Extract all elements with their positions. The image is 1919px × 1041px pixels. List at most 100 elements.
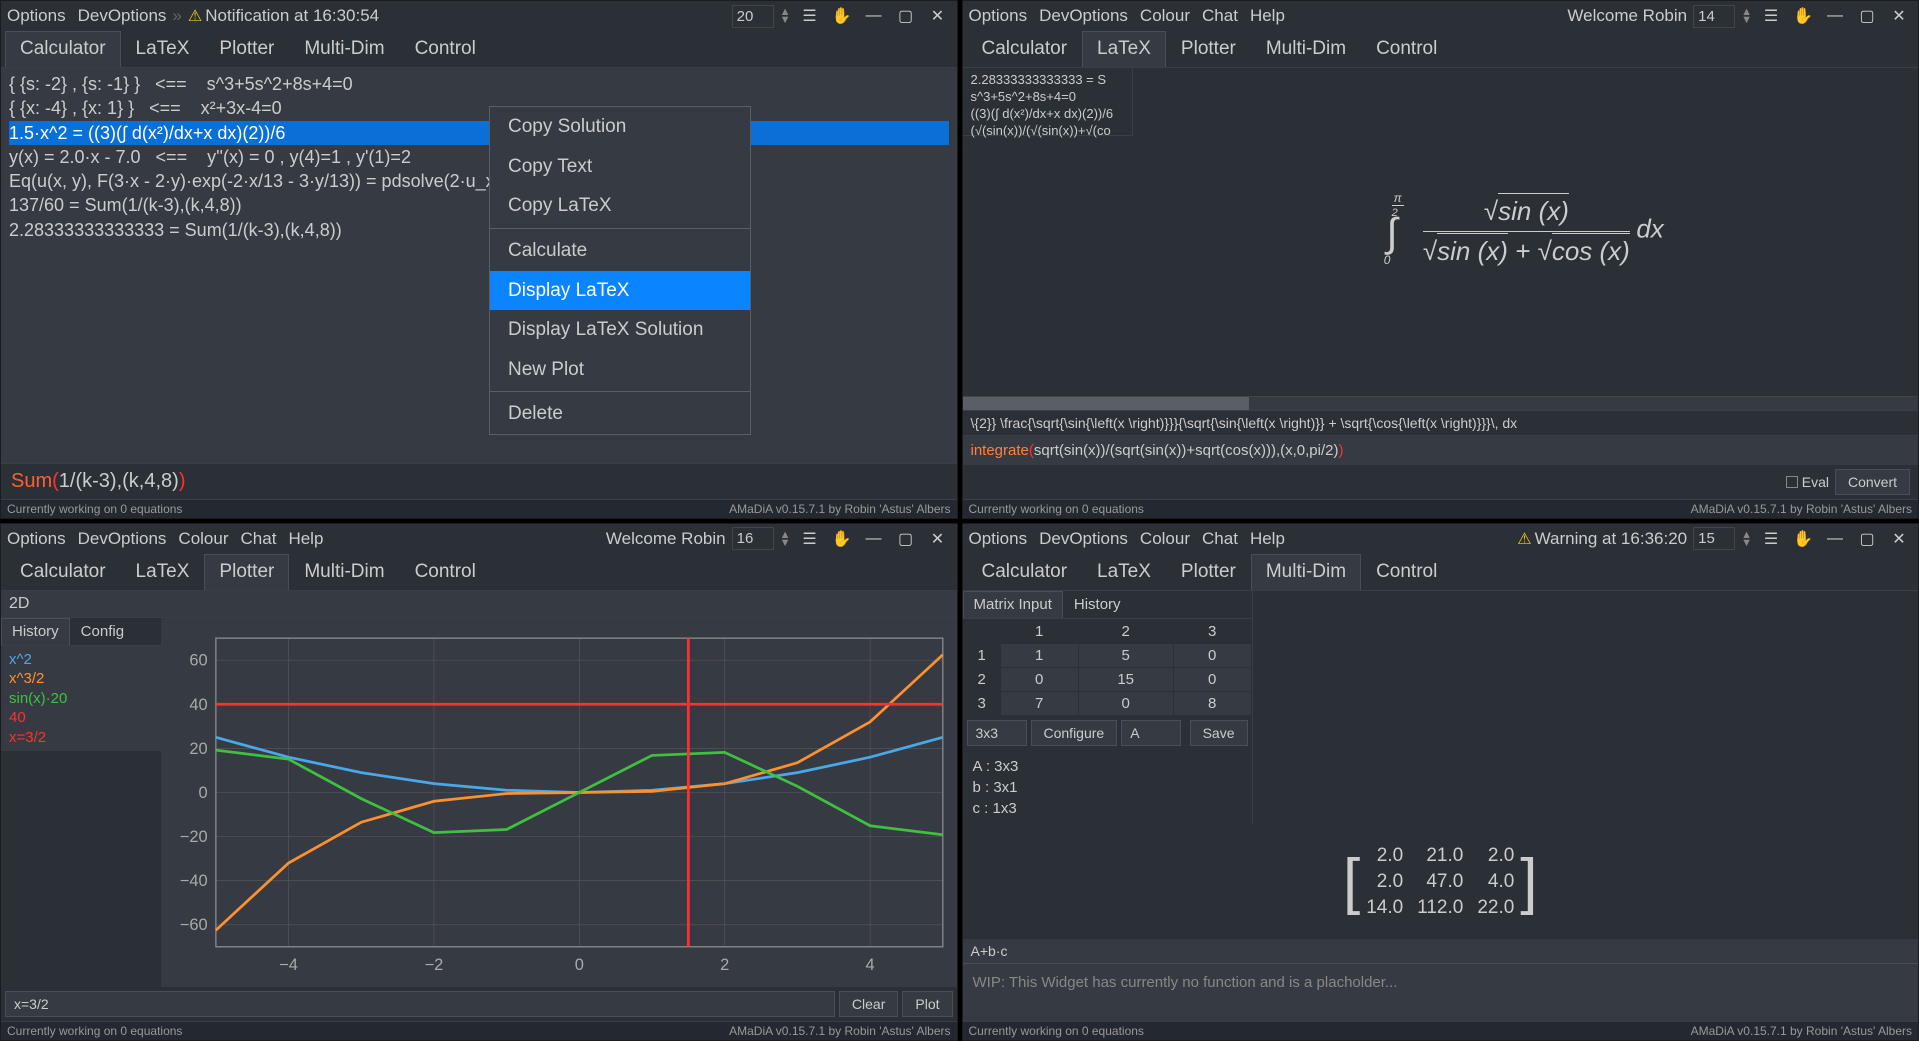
tab-multidim[interactable]: Multi-Dim <box>289 554 399 590</box>
menu-devoptions[interactable]: DevOptions <box>1039 529 1128 549</box>
menu-chat[interactable]: Chat <box>1202 6 1238 26</box>
tab-calculator[interactable]: Calculator <box>967 31 1083 67</box>
tab-plotter[interactable]: Plotter <box>1166 31 1251 67</box>
tab-control[interactable]: Control <box>400 554 491 590</box>
menu-options[interactable]: Options <box>7 6 66 26</box>
fontsize-spinner[interactable] <box>732 527 774 550</box>
calc-line[interactable]: 137/60 = Sum(1/(k-3),(k,4,8)) <box>9 193 949 217</box>
close-icon[interactable]: ✕ <box>925 5 951 27</box>
tab-latex[interactable]: LaTeX <box>1082 554 1166 590</box>
menu-help[interactable]: Help <box>1250 529 1285 549</box>
menu-help[interactable]: Help <box>1250 6 1285 26</box>
matrix-name-input[interactable] <box>1121 720 1181 746</box>
hand-icon[interactable]: ✋ <box>829 528 855 550</box>
ctx-copy-latex[interactable]: Copy LaTeX <box>490 186 750 226</box>
table-row[interactable]: 1150 <box>963 643 1251 667</box>
latex-command-input[interactable]: integrate(sqrt(sin(x))/(sqrt(sin(x))+sqr… <box>963 435 1919 465</box>
tab-plotter[interactable]: Plotter <box>1166 554 1251 590</box>
tab-latex[interactable]: LaTeX <box>121 554 205 590</box>
list-item[interactable]: c : 1x3 <box>973 798 1242 819</box>
ctx-copy-solution[interactable]: Copy Solution <box>490 107 750 147</box>
tab-latex[interactable]: LaTeX <box>121 31 205 67</box>
notification-area[interactable]: ⚠ Notification at 16:30:54 <box>188 6 379 26</box>
table-row[interactable]: 20150 <box>963 667 1251 691</box>
subtab-history[interactable]: History <box>1 618 70 645</box>
minimize-icon[interactable]: — <box>1822 528 1848 550</box>
menu-options[interactable]: Options <box>7 529 66 549</box>
calculator-input[interactable]: Sum(1/(k-3),(k,4,8)) <box>1 463 957 499</box>
tab-calculator[interactable]: Calculator <box>967 554 1083 590</box>
legend-item[interactable]: sin(x)·20 <box>9 689 153 709</box>
ctx-delete[interactable]: Delete <box>490 394 750 434</box>
plot-canvas[interactable]: −4−2024−60−40−200204060 <box>161 618 957 988</box>
tab-multidim[interactable]: Multi-Dim <box>1251 31 1361 67</box>
subtab-history[interactable]: History <box>1063 591 1132 618</box>
clear-button[interactable]: Clear <box>839 991 898 1017</box>
ctx-display-latex[interactable]: Display LaTeX <box>490 271 750 311</box>
menu-colour[interactable]: Colour <box>1140 6 1190 26</box>
ctx-copy-text[interactable]: Copy Text <box>490 147 750 187</box>
tab-multidim[interactable]: Multi-Dim <box>289 31 399 67</box>
close-icon[interactable]: ✕ <box>1886 5 1912 27</box>
subtab-matrix-input[interactable]: Matrix Input <box>963 591 1063 618</box>
scrollbar[interactable] <box>963 396 1919 410</box>
plot-button[interactable]: Plot <box>902 991 952 1017</box>
eval-checkbox[interactable]: Eval <box>1786 469 1829 495</box>
latex-history[interactable]: 2.28333333333333 = S s^3+5s^2+8s+4=0 ((3… <box>963 68 1133 136</box>
legend-item[interactable]: x=3/2 <box>9 728 153 748</box>
tab-latex[interactable]: LaTeX <box>1082 31 1166 67</box>
minimize-icon[interactable]: — <box>861 528 887 550</box>
close-icon[interactable]: ✕ <box>925 528 951 550</box>
minimize-icon[interactable]: — <box>861 5 887 27</box>
menu-colour[interactable]: Colour <box>1140 529 1190 549</box>
subtab-config[interactable]: Config <box>70 618 135 645</box>
maximize-icon[interactable]: ▢ <box>1854 5 1880 27</box>
fontsize-spinner[interactable] <box>1693 5 1735 28</box>
menu-devoptions[interactable]: DevOptions <box>78 6 167 26</box>
menu-colour[interactable]: Colour <box>178 529 228 549</box>
legend-item[interactable]: x^2 <box>9 650 153 670</box>
tab-calculator[interactable]: Calculator <box>5 554 121 590</box>
dim-input[interactable] <box>967 720 1027 746</box>
menu-icon[interactable]: ☰ <box>797 528 823 550</box>
tab-calculator[interactable]: Calculator <box>5 31 121 67</box>
plot-legend[interactable]: x^2x^3/2sin(x)·2040x=3/2 <box>1 646 161 752</box>
menu-help[interactable]: Help <box>288 529 323 549</box>
minimize-icon[interactable]: — <box>1822 5 1848 27</box>
menu-devoptions[interactable]: DevOptions <box>78 529 167 549</box>
calc-line[interactable]: { {x: -4} , {x: 1} } <== x²+3x-4=0 <box>9 96 949 120</box>
menu-devoptions[interactable]: DevOptions <box>1039 6 1128 26</box>
calc-line-selected[interactable]: 1.5·x^2 = ((3)(∫ d(x²)/dx+x dx)(2))/6 <box>9 121 949 145</box>
menu-chat[interactable]: Chat <box>1202 529 1238 549</box>
hand-icon[interactable]: ✋ <box>1790 5 1816 27</box>
calc-line[interactable]: Eq(u(x, y), F(3·x - 2·y)·exp(-2·x/13 - 3… <box>9 169 949 193</box>
matrix-list[interactable]: A : 3x3 b : 3x1 c : 1x3 <box>963 750 1252 825</box>
menu-options[interactable]: Options <box>969 529 1028 549</box>
expression-header[interactable]: A+b·c <box>963 939 1919 964</box>
list-item[interactable]: b : 3x1 <box>973 777 1242 798</box>
save-button[interactable]: Save <box>1190 720 1248 746</box>
table-row[interactable]: 3708 <box>963 691 1251 715</box>
menu-options[interactable]: Options <box>969 6 1028 26</box>
ctx-display-latex-solution[interactable]: Display LaTeX Solution <box>490 310 750 350</box>
menu-chat[interactable]: Chat <box>241 529 277 549</box>
maximize-icon[interactable]: ▢ <box>1854 528 1880 550</box>
fontsize-spinner[interactable] <box>732 5 774 28</box>
menu-icon[interactable]: ☰ <box>797 5 823 27</box>
calc-line[interactable]: y(x) = 2.0·x - 7.0 <== y''(x) = 0 , y(4)… <box>9 145 949 169</box>
matrix-table[interactable]: 123 1150 20150 3708 <box>963 619 1252 716</box>
tab-control[interactable]: Control <box>400 31 491 67</box>
tab-plotter[interactable]: Plotter <box>204 31 289 67</box>
ctx-calculate[interactable]: Calculate <box>490 231 750 271</box>
legend-item[interactable]: x^3/2 <box>9 669 153 689</box>
convert-button[interactable]: Convert <box>1835 469 1910 495</box>
plot-input[interactable] <box>5 991 835 1017</box>
calc-line[interactable]: { {s: -2} , {s: -1} } <== s^3+5s^2+8s+4=… <box>9 72 949 96</box>
hand-icon[interactable]: ✋ <box>1790 528 1816 550</box>
tab-multidim[interactable]: Multi-Dim <box>1251 554 1361 590</box>
legend-item[interactable]: 40 <box>9 708 153 728</box>
calc-line[interactable]: 2.28333333333333 = Sum(1/(k-3),(k,4,8)) <box>9 218 949 242</box>
calculator-output[interactable]: { {s: -2} , {s: -1} } <== s^3+5s^2+8s+4=… <box>1 68 957 463</box>
list-item[interactable]: A : 3x3 <box>973 756 1242 777</box>
menu-icon[interactable]: ☰ <box>1758 528 1784 550</box>
